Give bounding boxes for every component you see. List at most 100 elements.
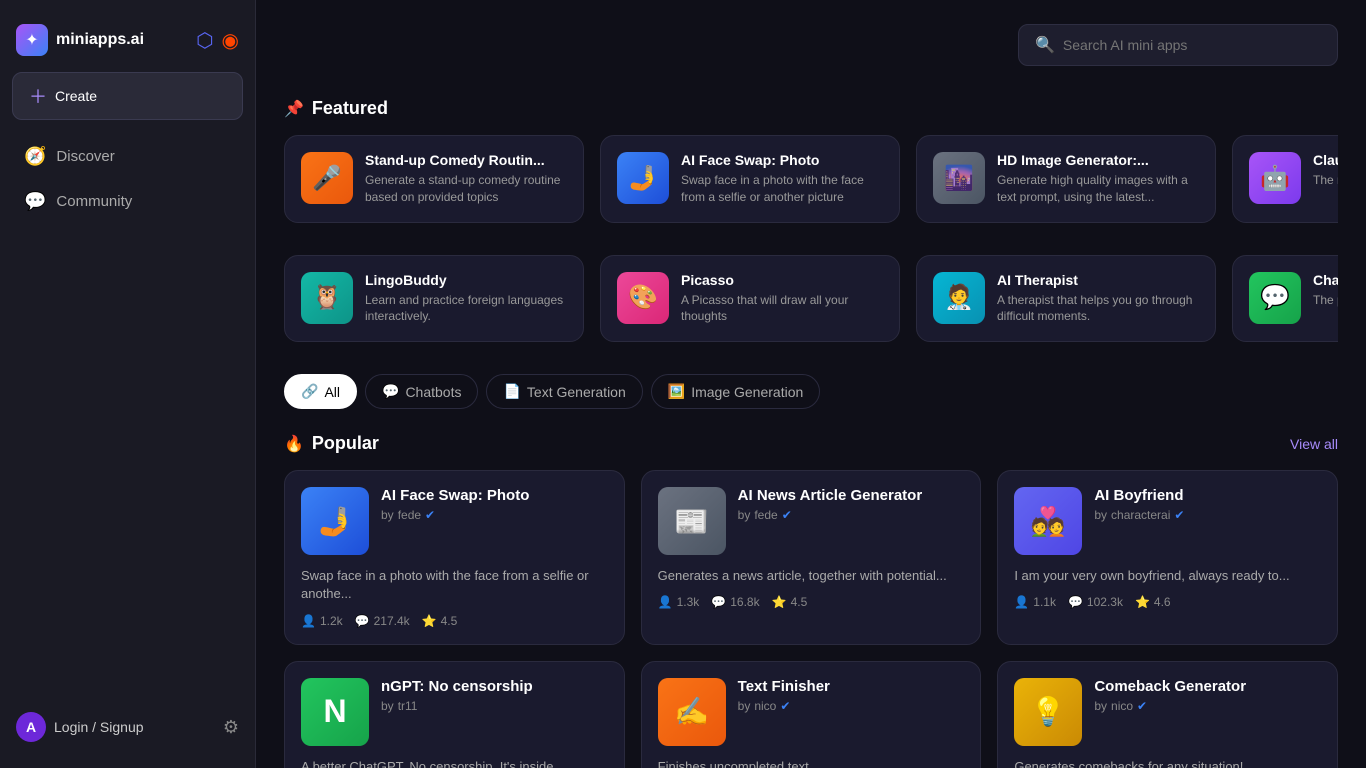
tab-text-icon: 📄: [503, 383, 520, 400]
app-name-textfinisher: Text Finisher: [738, 678, 965, 695]
card-title-picasso: Picasso: [681, 272, 883, 288]
card-thumb-hdimage: 🌆: [933, 152, 985, 204]
app-author-ngpt: by tr11: [381, 699, 608, 713]
tab-image-icon: 🖼️: [668, 383, 685, 400]
featured-card-chatgpt[interactable]: 💬 ChatG... The pop... you with...: [1232, 255, 1338, 343]
card-info-picasso: Picasso A Picasso that will draw all you…: [681, 272, 883, 326]
card-title-faceswap: AI Face Swap: Photo: [681, 152, 883, 168]
featured-header: 📌 Featured: [284, 98, 1338, 119]
community-icon: 💬: [24, 191, 46, 212]
popular-title-text: Popular: [312, 433, 379, 454]
featured-card-faceswap[interactable]: 🤳 AI Face Swap: Photo Swap face in a pho…: [600, 135, 900, 223]
sidebar: ✦ miniapps.ai ⬡ ◉ ＋ Create 🧭 Discover 💬 …: [0, 0, 256, 768]
card-title-chatgpt: ChatG...: [1313, 272, 1338, 288]
tab-text[interactable]: 📄 Text Generation: [486, 374, 642, 409]
search-box[interactable]: 🔍: [1018, 24, 1338, 66]
stat-users-faceswap: 👤 1.2k: [301, 614, 343, 628]
featured-icon: 📌: [284, 99, 304, 119]
app-thumb-comeback: 💡: [1014, 678, 1082, 746]
user-login[interactable]: A Login / Signup: [16, 712, 144, 742]
app-desc-faceswap: Swap face in a photo with the face from …: [301, 567, 608, 603]
app-author-name-boyfriend: characterai: [1111, 508, 1170, 522]
discord-icon[interactable]: ⬡: [196, 28, 213, 53]
app-author-name-ainews: fede: [754, 508, 777, 522]
stat-comments-ainews: 💬 16.8k: [711, 595, 759, 609]
card-info-chatgpt: ChatG... The pop... you with...: [1313, 272, 1338, 326]
app-desc-boyfriend: I am your very own boyfriend, always rea…: [1014, 567, 1321, 585]
app-card-boyfriend-top: 💑 AI Boyfriend by characterai ✔: [1014, 487, 1321, 555]
app-thumb-ainews: 📰: [658, 487, 726, 555]
sidebar-item-discover[interactable]: 🧭 Discover: [12, 136, 243, 177]
featured-card-standup[interactable]: 🎤 Stand-up Comedy Routin... Generate a s…: [284, 135, 584, 223]
user-label: Login / Signup: [54, 719, 144, 735]
tab-all[interactable]: 🔗 All: [284, 374, 357, 409]
view-all-button[interactable]: View all: [1290, 436, 1338, 452]
tab-image[interactable]: 🖼️ Image Generation: [651, 374, 821, 409]
app-author-comeback: by nico ✔: [1094, 699, 1321, 713]
popular-icon: 🔥: [284, 434, 304, 454]
search-icon: 🔍: [1035, 35, 1055, 55]
app-author-name-comeback: nico: [1111, 699, 1133, 713]
app-card-comeback[interactable]: 💡 Comeback Generator by nico ✔ Generates…: [997, 661, 1338, 768]
app-name-ainews: AI News Article Generator: [738, 487, 965, 504]
app-card-textfinisher[interactable]: ✍️ Text Finisher by nico ✔ Finishes unco…: [641, 661, 982, 768]
app-desc-ngpt: A better ChatGPT. No censorship. It's in…: [301, 758, 608, 768]
app-info-textfinisher: Text Finisher by nico ✔: [738, 678, 965, 746]
category-tabs: 🔗 All 💬 Chatbots 📄 Text Generation 🖼️ Im…: [284, 374, 1338, 409]
app-card-faceswap-top: 🤳 AI Face Swap: Photo by fede ✔: [301, 487, 608, 555]
app-card-ngpt-top: N nGPT: No censorship by tr11: [301, 678, 608, 746]
card-info-lingo: LingoBuddy Learn and practice foreign la…: [365, 272, 567, 326]
app-author-name-ngpt: tr11: [398, 699, 418, 713]
card-thumb-chatgpt: 💬: [1249, 272, 1301, 324]
sidebar-item-community[interactable]: 💬 Community: [12, 181, 243, 222]
app-stats-boyfriend: 👤 1.1k 💬 102.3k ⭐ 4.6: [1014, 595, 1321, 609]
app-thumb-textfinisher: ✍️: [658, 678, 726, 746]
card-title-lingo: LingoBuddy: [365, 272, 567, 288]
app-name-comeback: Comeback Generator: [1094, 678, 1321, 695]
featured-card-therapist[interactable]: 🧑‍⚕️ AI Therapist A therapist that helps…: [916, 255, 1216, 343]
app-stats-faceswap: 👤 1.2k 💬 217.4k ⭐ 4.5: [301, 614, 608, 628]
card-title-hdimage: HD Image Generator:...: [997, 152, 1199, 168]
app-card-boyfriend[interactable]: 💑 AI Boyfriend by characterai ✔ I am you…: [997, 470, 1338, 644]
stat-rating-faceswap: ⭐ 4.5: [422, 614, 458, 628]
verified-badge-comeback: ✔: [1137, 699, 1147, 713]
featured-card-claude[interactable]: 🤖 Claude... The new... AI mode...: [1232, 135, 1338, 223]
app-desc-comeback: Generates comebacks for any situation!: [1014, 758, 1321, 768]
card-info-standup: Stand-up Comedy Routin... Generate a sta…: [365, 152, 567, 206]
user-initial: A: [26, 719, 36, 735]
app-card-ainews-top: 📰 AI News Article Generator by fede ✔: [658, 487, 965, 555]
card-thumb-claude: 🤖: [1249, 152, 1301, 204]
app-card-faceswap[interactable]: 🤳 AI Face Swap: Photo by fede ✔ Swap fac…: [284, 470, 625, 644]
verified-badge-boyfriend: ✔: [1174, 508, 1184, 522]
create-button[interactable]: ＋ Create: [12, 72, 243, 120]
app-thumb-ngpt: N: [301, 678, 369, 746]
app-info-ainews: AI News Article Generator by fede ✔: [738, 487, 965, 555]
featured-card-hdimage[interactable]: 🌆 HD Image Generator:... Generate high q…: [916, 135, 1216, 223]
featured-title-text: Featured: [312, 98, 388, 119]
app-card-ainews[interactable]: 📰 AI News Article Generator by fede ✔ Ge…: [641, 470, 982, 644]
featured-card-picasso[interactable]: 🎨 Picasso A Picasso that will draw all y…: [600, 255, 900, 343]
app-info-faceswap: AI Face Swap: Photo by fede ✔: [381, 487, 608, 555]
card-desc-hdimage: Generate high quality images with a text…: [997, 172, 1199, 206]
user-avatar: A: [16, 712, 46, 742]
card-desc-picasso: A Picasso that will draw all your though…: [681, 292, 883, 326]
popular-title: 🔥 Popular: [284, 433, 379, 454]
logo-container: ✦ miniapps.ai ⬡ ◉: [12, 16, 243, 72]
main-content: 🔍 📌 Featured 🎤 Stand-up Comedy Routin...…: [256, 0, 1366, 768]
app-info-comeback: Comeback Generator by nico ✔: [1094, 678, 1321, 746]
app-stats-ainews: 👤 1.3k 💬 16.8k ⭐ 4.5: [658, 595, 965, 609]
popular-grid: 🤳 AI Face Swap: Photo by fede ✔ Swap fac…: [284, 470, 1338, 768]
reddit-icon[interactable]: ◉: [222, 28, 239, 53]
app-author-textfinisher: by nico ✔: [738, 699, 965, 713]
search-input[interactable]: [1063, 37, 1321, 53]
card-info-therapist: AI Therapist A therapist that helps you …: [997, 272, 1199, 326]
card-title-standup: Stand-up Comedy Routin...: [365, 152, 567, 168]
settings-button[interactable]: ⚙: [223, 717, 239, 738]
card-desc-therapist: A therapist that helps you go through di…: [997, 292, 1199, 326]
app-card-ngpt[interactable]: N nGPT: No censorship by tr11 A better C…: [284, 661, 625, 768]
tab-chatbots[interactable]: 💬 Chatbots: [365, 374, 478, 409]
card-thumb-picasso: 🎨: [617, 272, 669, 324]
app-author-faceswap: by fede ✔: [381, 508, 608, 522]
featured-card-lingo[interactable]: 🦉 LingoBuddy Learn and practice foreign …: [284, 255, 584, 343]
logo-text: miniapps.ai: [56, 31, 144, 49]
